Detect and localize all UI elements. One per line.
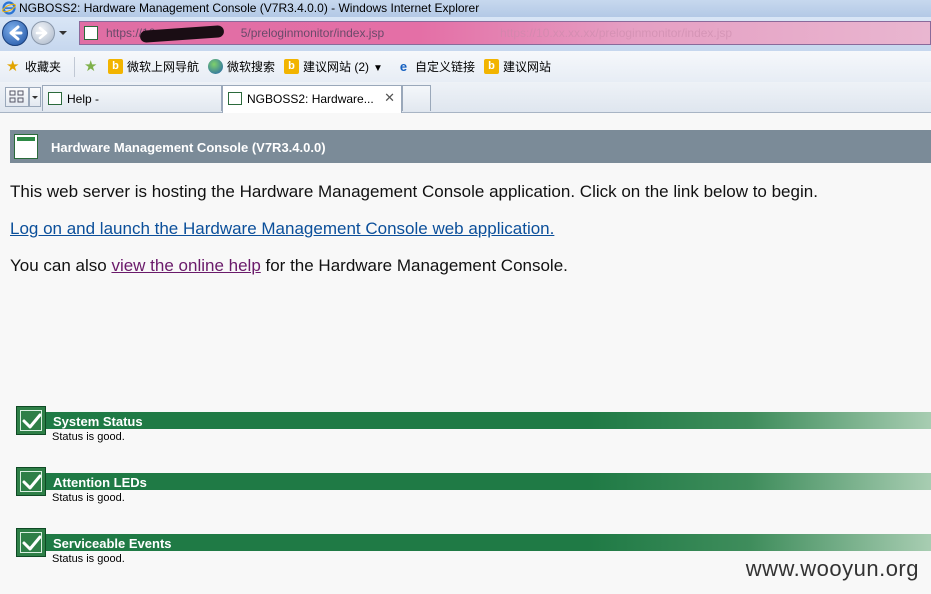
chevron-down-icon — [32, 96, 38, 99]
arrow-left-icon — [9, 25, 23, 41]
recent-pages-dropdown-icon[interactable] — [57, 27, 69, 39]
favorite-link-0[interactable]: b 微软上网导航 — [108, 59, 199, 75]
favorite-link-4[interactable]: b 建议网站 — [484, 59, 551, 75]
status-name: System Status — [53, 414, 143, 429]
checkmark-icon — [16, 467, 46, 496]
status-bar — [28, 412, 931, 429]
status-attention-leds: Attention LEDs Status is good. — [16, 467, 931, 507]
launch-hmc-link[interactable]: Log on and launch the Hardware Managemen… — [10, 219, 554, 239]
page-icon — [228, 92, 242, 105]
page-title: Hardware Management Console (V7R3.4.0.0) — [51, 140, 326, 155]
forward-button[interactable] — [31, 21, 55, 45]
window-title-bar: NGBOSS2: Hardware Management Console (V7… — [0, 0, 931, 18]
status-description: Status is good. — [52, 431, 125, 443]
bing-icon: b — [484, 59, 499, 75]
tab-list-button[interactable] — [29, 87, 41, 107]
ie-page-icon: e — [399, 59, 408, 75]
favorite-link-1[interactable]: 微软搜索 — [208, 59, 275, 75]
online-help-link[interactable]: view the online help — [111, 256, 260, 275]
hmc-logo-icon — [14, 134, 38, 159]
add-favorite-icon: ★ — [84, 58, 98, 76]
address-url-ghost: https://10.xx.xx.xx/preloginmonitor/inde… — [500, 26, 733, 40]
page-icon — [84, 26, 98, 40]
status-description: Status is good. — [52, 492, 125, 504]
checkmark-icon — [16, 406, 46, 435]
favorite-link-2[interactable]: b 建议网站 (2) ▼ — [284, 59, 383, 75]
internet-explorer-icon — [2, 1, 16, 15]
watermark: www.wooyun.org — [745, 556, 919, 581]
status-name: Serviceable Events — [53, 536, 172, 551]
tab-help[interactable]: Help - — [42, 85, 222, 111]
status-description: Status is good. — [52, 553, 125, 565]
address-field[interactable]: https://10.5/preloginmonitor/index.jsp h… — [79, 21, 931, 45]
status-system-status: System Status Status is good. — [16, 406, 931, 446]
help-sentence: You can also view the online help for th… — [10, 256, 568, 275]
intro-text: This web server is hosting the Hardware … — [10, 182, 818, 201]
favorites-bar: ★ 收藏夹 ★ b 微软上网导航 微软搜索 b 建议网站 (2) ▼ e 自定义链接 b建… — [0, 51, 931, 83]
arrow-right-icon — [35, 26, 48, 40]
favorites-button[interactable]: ★ 收藏夹 — [6, 59, 61, 75]
back-button[interactable] — [2, 20, 28, 46]
globe-icon — [208, 59, 223, 75]
quick-tabs-icon — [9, 90, 24, 103]
checkmark-icon — [16, 528, 46, 557]
window-title: NGBOSS2: Hardware Management Console (V7… — [19, 1, 480, 15]
page-icon — [48, 92, 62, 105]
bing-icon: b — [108, 59, 123, 75]
quick-tabs-button[interactable] — [5, 87, 29, 107]
page-header: Hardware Management Console (V7R3.4.0.0) — [10, 130, 931, 163]
new-tab-button[interactable] — [402, 85, 431, 111]
bing-icon: b — [284, 59, 299, 75]
star-icon: ★ — [6, 58, 20, 76]
status-bar — [28, 473, 931, 490]
divider — [74, 57, 75, 77]
status-name: Attention LEDs — [53, 475, 147, 490]
tab-ngboss2[interactable]: NGBOSS2: Hardware... ✕ — [222, 85, 402, 113]
tab-bar: Help - NGBOSS2: Hardware... ✕ — [0, 82, 931, 113]
add-to-favorites-button[interactable]: ★ — [84, 59, 103, 75]
favorite-link-3[interactable]: e 自定义链接 — [396, 59, 475, 75]
chevron-down-icon: ▼ — [373, 63, 383, 74]
navigation-bar: https://10.5/preloginmonitor/index.jsp h… — [0, 17, 931, 51]
close-tab-icon[interactable]: ✕ — [384, 90, 395, 106]
